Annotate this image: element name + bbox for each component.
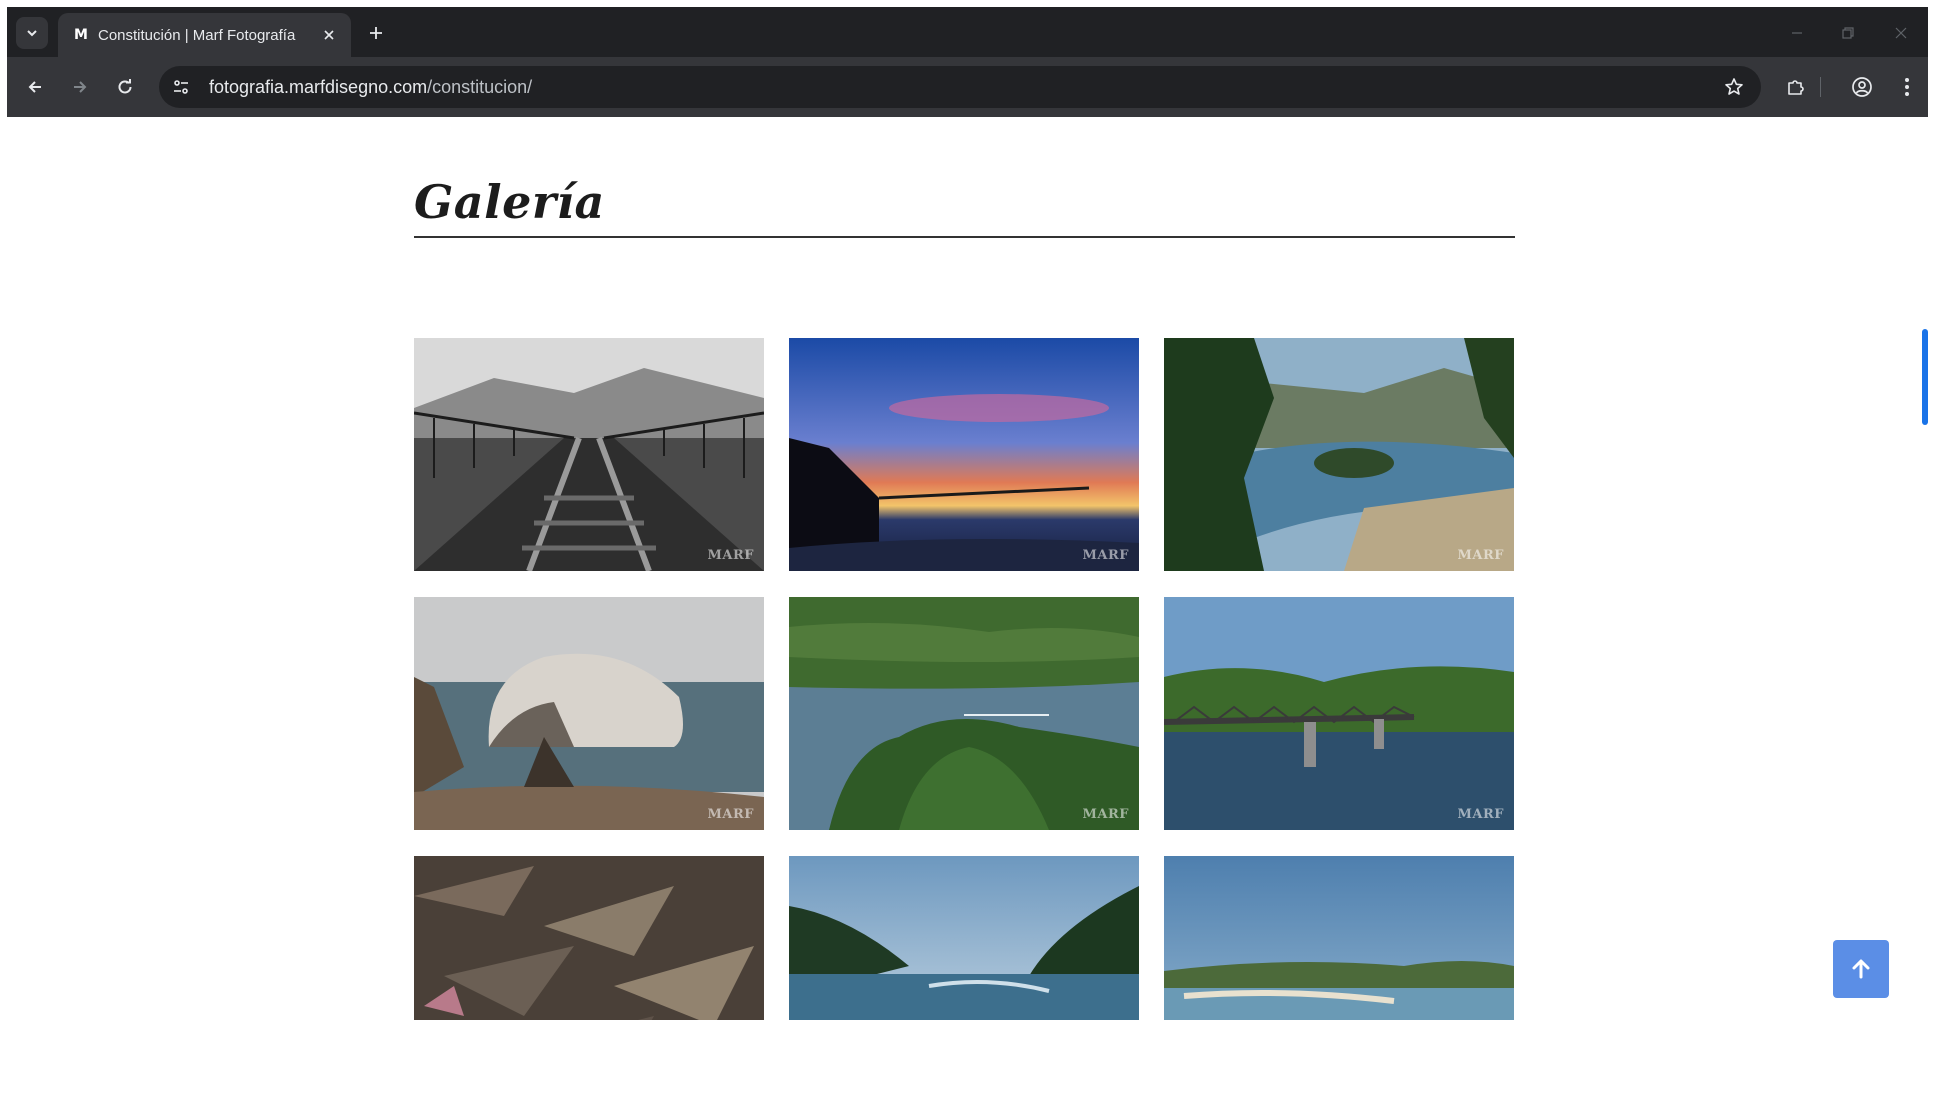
close-icon [1895, 27, 1907, 39]
tab-close-button[interactable] [319, 25, 339, 45]
page-viewport: Galería MARF MARF MARF MARF MARF MARF [7, 117, 1928, 1020]
extensions-button[interactable] [1780, 71, 1812, 103]
photo-dry-leaves [414, 856, 764, 1020]
browser-window: M Constitución | Marf Fotografía fotogra… [7, 7, 1928, 1020]
site-info-button[interactable] [171, 77, 191, 97]
gallery-photo-sea-rock[interactable]: MARF [414, 597, 764, 830]
photo-river-valley [789, 856, 1139, 1020]
photo-river-view-trees [1164, 338, 1514, 571]
photo-railway-bridge-river [1164, 597, 1514, 830]
url-text: fotografia.marfdisegno.com/constitucion/ [209, 77, 532, 98]
photo-watermark: MARF [707, 807, 754, 822]
profile-button[interactable] [1846, 71, 1878, 103]
chevron-down-icon [27, 30, 37, 37]
photo-river-mouth-panorama [1164, 856, 1514, 1020]
forward-button[interactable] [64, 71, 96, 103]
browser-tab-active[interactable]: M Constitución | Marf Fotografía [58, 13, 351, 57]
heading-divider [414, 236, 1515, 238]
arrow-up-icon [1852, 959, 1870, 979]
back-button[interactable] [19, 71, 51, 103]
photo-sea-rock [414, 597, 764, 830]
address-bar[interactable]: fotografia.marfdisegno.com/constitucion/ [159, 66, 1761, 108]
tune-icon [174, 80, 188, 94]
gallery-photo-railway-bridge-bw[interactable]: MARF [414, 338, 764, 571]
photo-watermark: MARF [1457, 807, 1504, 822]
url-domain: fotografia.marfdisegno.com [209, 77, 428, 97]
minimize-button[interactable] [1783, 19, 1811, 47]
page-scrollbar-thumb[interactable] [1922, 329, 1928, 425]
reload-icon [118, 79, 132, 94]
arrow-left-icon [28, 81, 41, 93]
tab-title: Constitución | Marf Fotografía [98, 27, 296, 44]
photo-watermark: MARF [1082, 807, 1129, 822]
tab-search-button[interactable] [16, 17, 48, 49]
restore-button[interactable] [1834, 19, 1862, 47]
photo-watermark: MARF [1457, 548, 1504, 563]
gallery-photo-sunset-pier[interactable]: MARF [789, 338, 1139, 571]
browser-toolbar: fotografia.marfdisegno.com/constitucion/ [7, 57, 1928, 117]
new-tab-button[interactable] [363, 20, 389, 46]
account-icon [1852, 77, 1872, 97]
minimize-icon [1792, 32, 1802, 34]
reload-button[interactable] [109, 71, 141, 103]
photo-railway-bridge-bw [414, 338, 764, 571]
close-window-button[interactable] [1887, 19, 1915, 47]
puzzle-icon [1788, 80, 1804, 95]
photo-watermark: MARF [707, 548, 754, 563]
close-icon [324, 30, 334, 40]
gallery-photo-dry-leaves[interactable] [414, 856, 764, 1020]
gallery-photo-river-forest[interactable]: MARF [789, 597, 1139, 830]
site-favicon: M [74, 27, 88, 43]
kebab-menu-icon [1905, 78, 1909, 96]
photo-watermark: MARF [1082, 548, 1129, 563]
plus-icon [370, 27, 382, 39]
browser-menu-button[interactable] [1891, 71, 1923, 103]
url-path: /constitucion/ [427, 77, 533, 97]
scroll-to-top-button[interactable] [1833, 940, 1889, 998]
tab-strip: M Constitución | Marf Fotografía [7, 7, 1928, 57]
photo-sunset-pier [789, 338, 1139, 571]
restore-icon [1842, 27, 1854, 39]
gallery-heading: Galería [414, 175, 605, 229]
gallery-photo-river-valley[interactable] [789, 856, 1139, 1020]
bookmark-button[interactable] [1723, 76, 1745, 98]
gallery-photo-river-mouth-panorama[interactable] [1164, 856, 1514, 1020]
gallery-photo-river-view-trees[interactable]: MARF [1164, 338, 1514, 571]
gallery-photo-railway-bridge-river[interactable]: MARF [1164, 597, 1514, 830]
star-icon [1725, 78, 1743, 95]
toolbar-divider [1820, 77, 1821, 97]
photo-river-forest [789, 597, 1139, 830]
arrow-right-icon [74, 81, 87, 93]
